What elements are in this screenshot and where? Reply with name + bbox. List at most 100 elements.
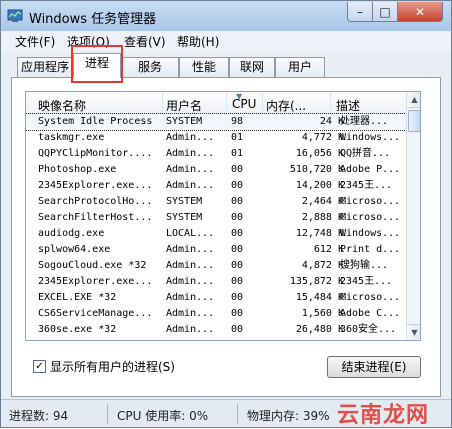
cell-cpu: 00 — [231, 244, 244, 255]
table-row[interactable]: QQPYClipMonitor.... Admin... 01 16,056 K QQ拼… — [26, 146, 406, 162]
menu-view[interactable]: 查看(V) — [124, 33, 166, 50]
table-row[interactable]: Photoshop.exe Admin... 00 510,720 K Adobe P.… — [26, 162, 406, 178]
task-manager-window: Windows 任务管理器 – □ ✕ 文件(F) 选项(O) 查看(V) 帮助… — [0, 0, 452, 428]
column-divider[interactable] — [226, 92, 227, 114]
cell-description: 2345王... — [340, 276, 393, 287]
cell-image-name: 2345Explorer.exe... — [38, 180, 153, 191]
maximize-button[interactable]: □ — [372, 2, 398, 22]
table-row[interactable]: SogouCloud.exe *32 Admin... 00 4,872 K 搜狗输..… — [26, 258, 406, 274]
table-row[interactable]: 2345Explorer.exe...Admin... 00 11,396 K234… — [26, 338, 406, 340]
tab-services[interactable]: 服务 — [121, 57, 179, 77]
table-row[interactable]: CS6ServiceManage... Admin... 00 1,560 K Adob… — [26, 306, 406, 322]
cell-cpu: 98 — [231, 116, 244, 127]
cell-description: Adobe C... — [340, 308, 401, 319]
cell-memory: 14,200 K — [295, 180, 344, 191]
column-header-cpu[interactable]: CPU — [232, 97, 256, 111]
cell-user: Admin... — [166, 244, 215, 255]
cell-description: 搜狗输... — [340, 260, 389, 271]
column-divider[interactable] — [330, 92, 331, 114]
cell-memory: 16,056 K — [295, 148, 344, 159]
menu-help[interactable]: 帮助(H) — [177, 33, 219, 50]
cell-memory: 2,888 K — [301, 212, 344, 223]
close-button[interactable]: ✕ — [397, 2, 443, 22]
tab-users[interactable]: 用户 — [275, 57, 325, 77]
column-header-user[interactable]: 用户名 — [166, 97, 202, 114]
cell-image-name: EXCEL.EXE *32 — [38, 292, 117, 303]
menu-file[interactable]: 文件(F) — [15, 33, 55, 50]
tab-networking[interactable]: 联网 — [229, 57, 275, 77]
process-list[interactable]: 映像名称 用户名 ▼ CPU 内存(... 描述 System Idle Pro… — [25, 91, 421, 341]
tab-label: 用户 — [287, 60, 312, 74]
cell-user: SYSTEM — [166, 116, 203, 127]
tab-performance[interactable]: 性能 — [179, 57, 229, 77]
scroll-down-icon[interactable]: ▼ — [407, 324, 420, 340]
close-icon: ✕ — [414, 4, 426, 19]
column-header-memory[interactable]: 内存(... — [266, 97, 306, 114]
cell-cpu: 00 — [231, 164, 244, 175]
cell-description: Microso... — [340, 196, 401, 207]
titlebar[interactable]: Windows 任务管理器 – □ ✕ — [1, 1, 451, 31]
show-all-users-option[interactable]: ✓ 显示所有用户的进程(S) — [33, 358, 175, 375]
cell-image-name: audiodg.exe — [38, 228, 105, 239]
cell-user: SYSTEM — [166, 196, 203, 207]
cell-description: 处理器... — [340, 116, 389, 127]
cell-memory: 11,396 K — [266, 338, 344, 340]
cell-user: Admin... — [166, 164, 215, 175]
cell-image-name: 360se.exe *32 — [38, 324, 117, 335]
minimize-button[interactable]: – — [347, 2, 373, 22]
cell-cpu: 01 — [231, 132, 244, 143]
cell-memory: 135,872 K — [289, 276, 344, 287]
cell-user: LOCAL... — [166, 228, 215, 239]
table-row[interactable]: EXCEL.EXE *32 Admin... 00 15,484 K Microso..… — [26, 290, 406, 306]
column-divider[interactable] — [262, 92, 263, 114]
column-divider[interactable] — [162, 92, 163, 114]
cell-cpu: 00 — [231, 292, 244, 303]
table-row[interactable]: 2345Explorer.exe... Admin... 00 14,200 K 234… — [26, 178, 406, 194]
cell-memory: 12,748 K — [295, 228, 344, 239]
column-header-image-name[interactable]: 映像名称 — [38, 97, 86, 114]
tab-applications[interactable]: 应用程序 — [17, 57, 73, 77]
table-row[interactable]: SearchProtocolHo... SYSTEM 00 2,464 K Micros… — [26, 194, 406, 210]
cell-image-name: 2345Explorer.exe... — [38, 338, 166, 340]
scroll-up-icon[interactable]: ▲ — [407, 92, 420, 108]
cell-memory: 24 K — [319, 116, 344, 127]
cell-user: Admin... — [166, 338, 226, 340]
cell-user: Admin... — [166, 308, 215, 319]
end-process-button[interactable]: 结束进程(E) — [327, 356, 421, 378]
table-row[interactable]: SearchFilterHost... SYSTEM 00 2,888 K Micros… — [26, 210, 406, 226]
scroll-thumb[interactable] — [408, 110, 420, 132]
watermark-text: 云南龙网 — [337, 403, 430, 428]
vertical-scrollbar[interactable]: ▲ ▼ — [406, 92, 420, 340]
cell-image-name: CS6ServiceManage... — [38, 308, 153, 319]
table-row[interactable]: taskmgr.exe Admin... 01 4,772 K Windows... — [26, 130, 406, 146]
cell-image-name: Photoshop.exe — [38, 164, 117, 175]
cell-memory: 2,464 K — [301, 196, 344, 207]
column-header-description[interactable]: 描述 — [336, 97, 360, 114]
cell-description: QQ拼音... — [340, 148, 391, 159]
cell-description: Adobe P... — [340, 164, 401, 175]
cell-user: Admin... — [166, 132, 215, 143]
cell-cpu: 00 — [231, 276, 244, 287]
cell-description: Microso... — [340, 212, 401, 223]
cell-cpu: 00 — [231, 180, 244, 191]
cell-user: Admin... — [166, 180, 215, 191]
table-row[interactable]: audiodg.exe LOCAL... 00 12,748 K Windows... — [26, 226, 406, 242]
cell-user: Admin... — [166, 324, 215, 335]
cell-cpu: 01 — [231, 148, 244, 159]
tab-label: 联网 — [239, 60, 264, 74]
table-row[interactable]: 360se.exe *32 Admin... 00 26,480 K 360安全... — [26, 322, 406, 338]
cell-cpu: 00 — [231, 308, 244, 319]
status-divider — [237, 404, 238, 424]
cell-memory: 26,480 K — [295, 324, 344, 335]
tab-strip: 应用程序 进程 服务 性能 联网 用户 — [1, 51, 451, 78]
status-process-count: 进程数: 94 — [9, 409, 69, 423]
show-all-users-checkbox[interactable]: ✓ — [33, 360, 46, 373]
cell-memory: 1,560 K — [301, 308, 344, 319]
table-row[interactable]: splwow64.exe Admin... 00 612 K Print d... — [26, 242, 406, 258]
list-header: 映像名称 用户名 ▼ CPU 内存(... 描述 — [26, 92, 406, 114]
status-cpu-usage: CPU 使用率: 0% — [117, 409, 209, 423]
table-row[interactable]: System Idle Process SYSTEM 98 24 K 处理器... — [26, 113, 407, 131]
status-memory: 物理内存: 39% — [247, 409, 330, 423]
cell-image-name: SogouCloud.exe *32 — [38, 260, 147, 271]
table-row[interactable]: 2345Explorer.exe... Admin... 00 135,872 K 23… — [26, 274, 406, 290]
